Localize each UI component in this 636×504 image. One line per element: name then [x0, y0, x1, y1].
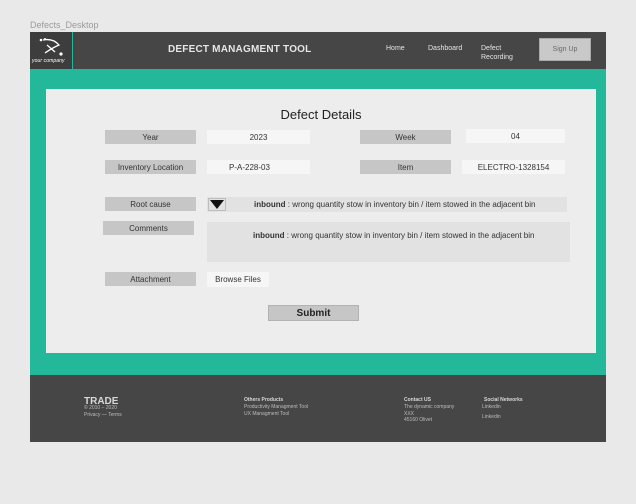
week-field[interactable]: 04	[466, 129, 565, 143]
frame-label: Defects_Desktop	[30, 20, 99, 30]
comments-textarea[interactable]: inbound : wrong quantity stow in invento…	[207, 222, 570, 262]
footer-products-list: Productivity Managment Tool UX Managment…	[244, 404, 308, 417]
nav-home[interactable]: Home	[386, 44, 405, 53]
footer-contact-list: The dynamic company XXX 45160 Olivet	[404, 404, 454, 424]
nav-dashboard[interactable]: Dashboard	[428, 44, 462, 53]
footer-contact-heading: Contact US	[404, 397, 431, 403]
nav-defect-line1: Defect	[481, 45, 502, 52]
logo-text: your company	[32, 58, 65, 64]
logo-icon	[39, 38, 63, 56]
year-label: Year	[105, 130, 196, 144]
root-cause-category: inbound	[254, 200, 286, 209]
year-field[interactable]: 2023	[207, 130, 310, 144]
app-title: DEFECT MANAGMENT TOOL	[168, 44, 312, 55]
footer-legal: © 2010 – 2020 Privacy — Terms	[84, 405, 122, 418]
footer-privacy-link[interactable]: Privacy — Terms	[84, 412, 122, 419]
submit-button[interactable]: Submit	[268, 305, 359, 321]
footer-contact-line: 45160 Olivet	[404, 417, 433, 423]
root-cause-value: inbound : wrong quantity stow in invento…	[254, 200, 535, 209]
caret-down-icon	[210, 200, 224, 209]
root-cause-description: : wrong quantity stow in inventory bin /…	[285, 200, 536, 209]
company-logo[interactable]: your company	[30, 32, 73, 69]
inventory-location-label: Inventory Location	[105, 160, 196, 174]
footer-product-link[interactable]: UX Managment Tool	[244, 411, 308, 418]
comments-label: Comments	[103, 221, 194, 235]
footer-contact-line: The dynamic company	[404, 404, 455, 410]
comments-category: inbound	[253, 231, 285, 240]
week-label: Week	[360, 130, 451, 144]
footer-product-link[interactable]: Productivity Managment Tool	[244, 404, 308, 411]
footer-products-heading: Others Products	[244, 397, 284, 403]
nav-defect-line2: Recording	[481, 54, 513, 61]
inventory-location-field[interactable]: P-A-228-03	[207, 160, 310, 174]
footer-copyright: © 2010 – 2020	[84, 405, 117, 411]
root-cause-label: Root cause	[105, 197, 196, 211]
sign-up-button[interactable]: Sign Up	[539, 38, 591, 61]
footer-social-list: Linkedin Linkedin	[482, 403, 501, 422]
nav-defect-recording[interactable]: Defect Recording	[481, 44, 531, 62]
navbar: your company DEFECT MANAGMENT TOOL Home …	[30, 32, 606, 69]
footer: TRADE © 2010 – 2020 Privacy — Terms Othe…	[30, 375, 606, 442]
footer-linkedin-link[interactable]: Linkedin	[482, 403, 501, 413]
dropdown-toggle[interactable]	[208, 198, 226, 211]
form-title: Defect Details	[280, 107, 362, 122]
defect-form-card: Defect Details Year 2023 Week 04 Invento…	[46, 89, 596, 353]
root-cause-dropdown[interactable]: inbound : wrong quantity stow in invento…	[207, 197, 567, 212]
comments-description: : wrong quantity stow in inventory bin /…	[284, 231, 535, 240]
item-field[interactable]: ELECTRO-1328154	[462, 160, 565, 174]
footer-linkedin-link[interactable]: Linkedin	[482, 413, 501, 423]
item-label: Item	[360, 160, 451, 174]
attachment-label: Attachment	[105, 272, 196, 286]
browse-files-button[interactable]: Browse Files	[207, 272, 269, 287]
